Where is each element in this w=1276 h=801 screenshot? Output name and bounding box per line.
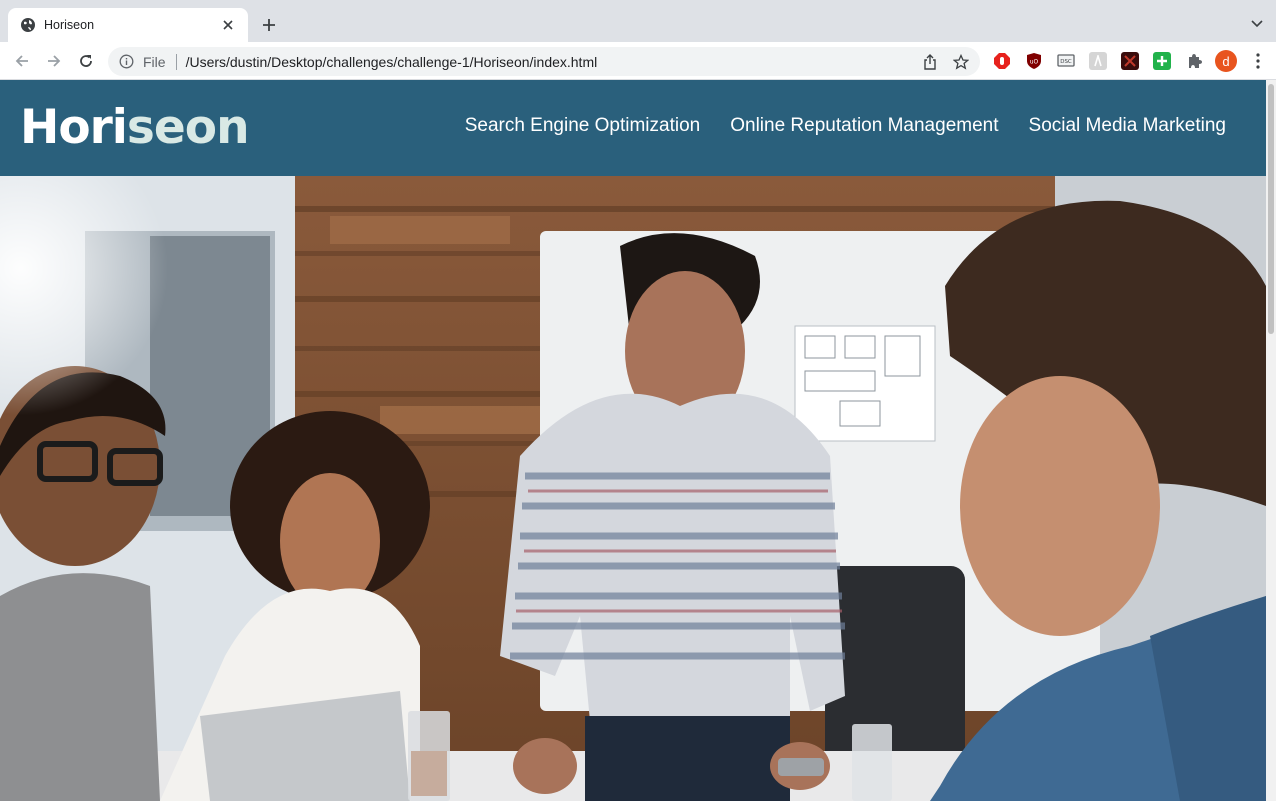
site-header: Horiseon Search Engine Optimization Onli… [0, 80, 1266, 176]
puzzle-piece-icon[interactable] [1185, 52, 1203, 70]
dark-extension-icon[interactable] [1121, 52, 1139, 70]
address-bar[interactable]: File /Users/dustin/Desktop/challenges/ch… [108, 47, 980, 76]
tab-title: Horiseon [44, 18, 95, 32]
scheme-label: File [143, 53, 166, 70]
logo-text-primary: Hori [20, 100, 128, 155]
browser-toolbar: File /Users/dustin/Desktop/challenges/ch… [0, 42, 1276, 80]
share-icon[interactable] [920, 52, 940, 72]
url-text[interactable]: /Users/dustin/Desktop/challenges/challen… [186, 54, 598, 70]
adblock-icon[interactable] [993, 52, 1011, 70]
page-scrollbar[interactable] [1266, 80, 1276, 801]
dsc-extension-icon[interactable]: DSC [1057, 52, 1075, 70]
chevron-down-icon[interactable] [1247, 14, 1267, 34]
svg-text:DSC: DSC [1060, 59, 1072, 65]
site-logo[interactable]: Horiseon [20, 100, 250, 155]
svg-text:uO: uO [1030, 59, 1039, 66]
plus-icon[interactable] [257, 13, 281, 37]
page-viewport: Horiseon Search Engine Optimization Onli… [0, 80, 1266, 801]
scrollbar-thumb[interactable] [1268, 84, 1274, 334]
ublock-origin-icon[interactable]: uO [1025, 52, 1043, 70]
site-nav: Search Engine Optimization Online Reputa… [465, 114, 1226, 138]
hero-image [0, 176, 1266, 801]
browser-tabstrip: Horiseon [0, 0, 1276, 42]
browser-tab[interactable]: Horiseon [8, 8, 248, 42]
nav-link-seo[interactable]: Search Engine Optimization [465, 114, 701, 138]
globe-icon [20, 17, 36, 33]
nav-link-social-media-marketing[interactable]: Social Media Marketing [1029, 114, 1226, 138]
grammar-extension-icon[interactable] [1089, 52, 1107, 70]
back-arrow-icon[interactable] [10, 49, 34, 73]
nav-link-reputation-management[interactable]: Online Reputation Management [730, 114, 998, 138]
star-icon[interactable] [951, 52, 971, 72]
omnibox-divider [175, 53, 177, 70]
forward-arrow-icon[interactable] [42, 49, 66, 73]
close-icon[interactable] [218, 15, 238, 35]
profile-avatar[interactable]: d [1215, 50, 1237, 72]
more-options-icon[interactable] [1250, 51, 1266, 71]
info-icon[interactable] [118, 54, 134, 70]
green-plus-extension-icon[interactable] [1153, 52, 1171, 70]
logo-text-accent: seon [126, 100, 250, 155]
reload-icon[interactable] [74, 49, 98, 73]
